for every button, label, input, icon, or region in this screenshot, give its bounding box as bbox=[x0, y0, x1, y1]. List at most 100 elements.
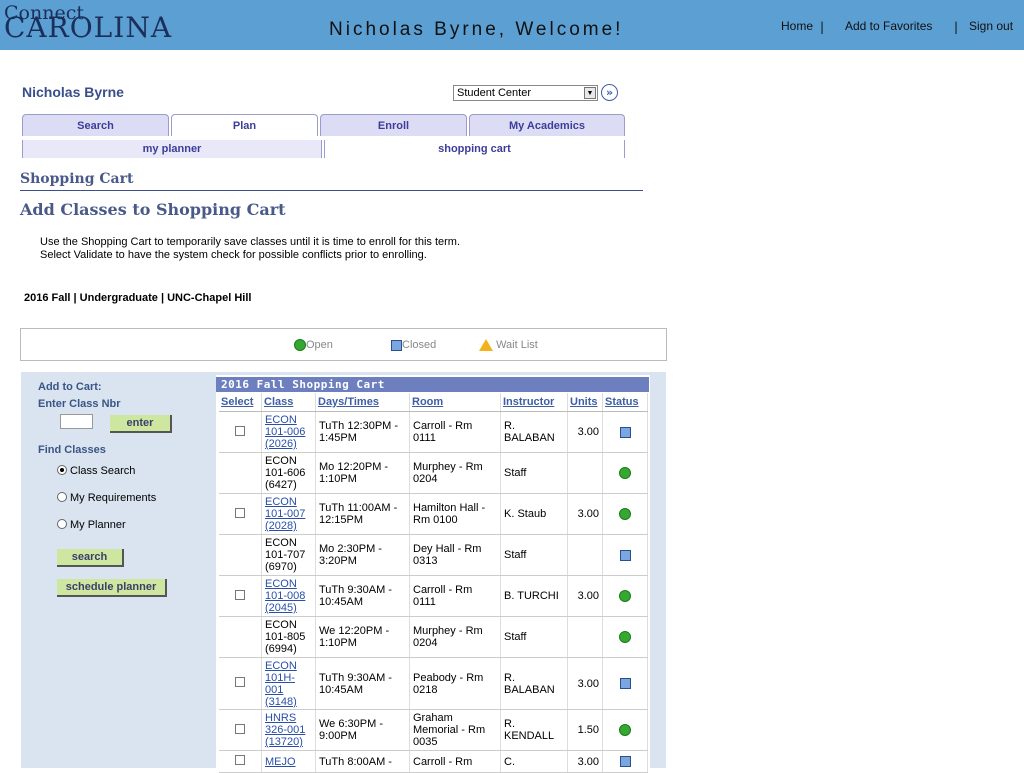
col-room[interactable]: Room bbox=[409, 393, 501, 412]
legend-waitlist: Wait List bbox=[479, 339, 538, 352]
table-row: ECON 101-007 (2028) TuTh 11:00AM -12:15PM Ha… bbox=[219, 493, 648, 535]
class-nbr-input[interactable] bbox=[60, 414, 93, 429]
schedule-planner-button[interactable]: schedule planner bbox=[57, 579, 167, 597]
select-cell bbox=[219, 616, 262, 658]
days-times-cell: TuTh 11:00AM -12:15PM bbox=[315, 493, 410, 535]
status-cell bbox=[602, 709, 648, 751]
col-class[interactable]: Class bbox=[261, 393, 316, 412]
col-days-times[interactable]: Days/Times bbox=[315, 393, 410, 412]
room-cell-line: 0035 bbox=[413, 736, 438, 748]
room-cell: Carroll - Rm bbox=[409, 750, 501, 773]
class-link[interactable]: (2026) bbox=[265, 438, 297, 450]
col-instructor[interactable]: Instructor bbox=[500, 393, 568, 412]
class-link[interactable]: ECON bbox=[265, 660, 297, 672]
find-classes-label: Find Classes bbox=[38, 444, 106, 456]
class-cell: ECON 101-606 (6427) bbox=[261, 452, 316, 494]
cart-title: 2016 Fall Shopping Cart bbox=[216, 377, 649, 392]
section-title: Shopping Cart bbox=[20, 171, 134, 187]
class-link[interactable]: (13720) bbox=[265, 736, 303, 748]
student-center-select[interactable]: Student Center ▼ bbox=[453, 85, 598, 101]
select-checkbox[interactable] bbox=[235, 425, 245, 436]
status-cell bbox=[602, 616, 648, 658]
enter-button[interactable]: enter bbox=[110, 415, 172, 433]
class-text: 101-707 bbox=[265, 549, 306, 561]
room-cell: Murphey - Rm 0204 bbox=[409, 616, 501, 658]
class-link[interactable]: (2045) bbox=[265, 602, 297, 614]
status-cell bbox=[602, 575, 648, 617]
units-cell bbox=[567, 534, 603, 576]
table-row: HNRS 326-001 (13720) We 6:30PM -9:00PM Graha… bbox=[219, 709, 648, 751]
col-select[interactable]: Select bbox=[219, 393, 262, 412]
instructor-cell: Staff bbox=[500, 616, 568, 658]
add-to-cart-label: Add to Cart: bbox=[38, 381, 102, 393]
class-link[interactable]: 101-008 bbox=[265, 590, 305, 602]
instructor-cell-line: Staff bbox=[504, 631, 527, 643]
page-title: Add Classes to Shopping Cart bbox=[20, 200, 286, 219]
class-link[interactable]: 101-007 bbox=[265, 508, 305, 520]
units-cell: 3.00 bbox=[567, 750, 603, 773]
class-link[interactable]: 326-001 bbox=[265, 724, 305, 736]
class-link[interactable]: ECON bbox=[265, 496, 297, 508]
search-button[interactable]: search bbox=[57, 549, 124, 567]
class-cell[interactable]: HNRS 326-001 (13720) bbox=[261, 709, 316, 751]
tab-plan[interactable]: Plan bbox=[171, 114, 318, 136]
class-link[interactable]: (2028) bbox=[265, 520, 297, 532]
class-link[interactable]: 101-006 bbox=[265, 426, 305, 438]
instructor-cell: C. bbox=[500, 750, 568, 773]
status-cell bbox=[602, 534, 648, 576]
instructions: Use the Shopping Cart to temporarily sav… bbox=[40, 236, 460, 262]
class-link[interactable]: MEJO bbox=[265, 756, 296, 768]
days-times-cell-line: TuTh 11:00AM - bbox=[319, 502, 398, 514]
instructor-cell: Staff bbox=[500, 534, 568, 576]
status-cell bbox=[602, 411, 648, 453]
class-link[interactable]: 001 bbox=[265, 684, 283, 696]
class-text: 101-606 bbox=[265, 467, 306, 479]
my-requirements-radio[interactable] bbox=[57, 492, 67, 502]
class-text: 101-805 bbox=[265, 631, 306, 643]
my-planner-radio[interactable] bbox=[57, 519, 67, 529]
days-times-cell: Mo 12:20PM -1:10PM bbox=[315, 452, 410, 494]
table-row: ECON 101-707 (6970) Mo 2:30PM -3:20PM Dey Ha… bbox=[219, 534, 648, 576]
table-row: ECON 101-606 (6427) Mo 12:20PM -1:10PM Murph… bbox=[219, 452, 648, 494]
class-link[interactable]: (3148) bbox=[265, 696, 297, 708]
subtab-my-planner[interactable]: my planner bbox=[22, 140, 322, 158]
tab-enroll[interactable]: Enroll bbox=[320, 114, 467, 136]
col-status[interactable]: Status bbox=[602, 393, 648, 412]
open-status-icon bbox=[619, 467, 631, 480]
class-cell[interactable]: ECON 101-006 (2026) bbox=[261, 411, 316, 453]
days-times-cell: TuTh 12:30PM -1:45PM bbox=[315, 411, 410, 453]
sign-out-link[interactable]: Sign out bbox=[969, 19, 1013, 33]
room-cell-line: Carroll - Rm bbox=[413, 584, 473, 596]
tab-search[interactable]: Search bbox=[22, 114, 169, 136]
class-link[interactable]: 101H- bbox=[265, 672, 295, 684]
select-checkbox[interactable] bbox=[235, 589, 245, 600]
home-link[interactable]: Home bbox=[781, 19, 813, 33]
subtab-shopping-cart[interactable]: shopping cart bbox=[324, 140, 625, 158]
chevron-down-icon[interactable]: ▼ bbox=[584, 87, 596, 99]
select-checkbox[interactable] bbox=[235, 677, 245, 687]
days-times-cell-line: We 12:20PM - bbox=[319, 625, 390, 637]
class-cell[interactable]: ECON 101-008 (2045) bbox=[261, 575, 316, 617]
class-cell[interactable]: ECON 101-007 (2028) bbox=[261, 493, 316, 535]
class-link[interactable]: HNRS bbox=[265, 712, 296, 724]
col-units[interactable]: Units bbox=[567, 393, 603, 412]
closed-status-icon bbox=[619, 426, 631, 438]
double-chevron-right-icon[interactable]: » bbox=[601, 84, 618, 101]
cart-rows: ECON 101-006 (2026) TuTh 12:30PM -1:45PM Car… bbox=[219, 411, 648, 773]
class-link[interactable]: ECON bbox=[265, 414, 297, 426]
class-link[interactable]: ECON bbox=[265, 578, 297, 590]
units-cell bbox=[567, 616, 603, 658]
tab-my-academics[interactable]: My Academics bbox=[469, 114, 625, 136]
class-cell[interactable]: MEJO bbox=[261, 750, 316, 773]
class-cell[interactable]: ECON 101H- 001 (3148) bbox=[261, 657, 316, 710]
add-to-favorites-link[interactable]: Add to Favorites bbox=[845, 19, 932, 33]
open-status-icon bbox=[619, 724, 631, 737]
divider bbox=[20, 190, 643, 191]
select-checkbox[interactable] bbox=[235, 723, 245, 734]
select-checkbox[interactable] bbox=[235, 755, 245, 765]
room-cell-line: 0204 bbox=[413, 473, 438, 485]
room-cell-line: Carroll - Rm bbox=[413, 420, 473, 432]
select-checkbox[interactable] bbox=[235, 507, 245, 518]
room-cell-line: 0313 bbox=[413, 555, 438, 567]
class-search-radio[interactable] bbox=[57, 465, 67, 475]
